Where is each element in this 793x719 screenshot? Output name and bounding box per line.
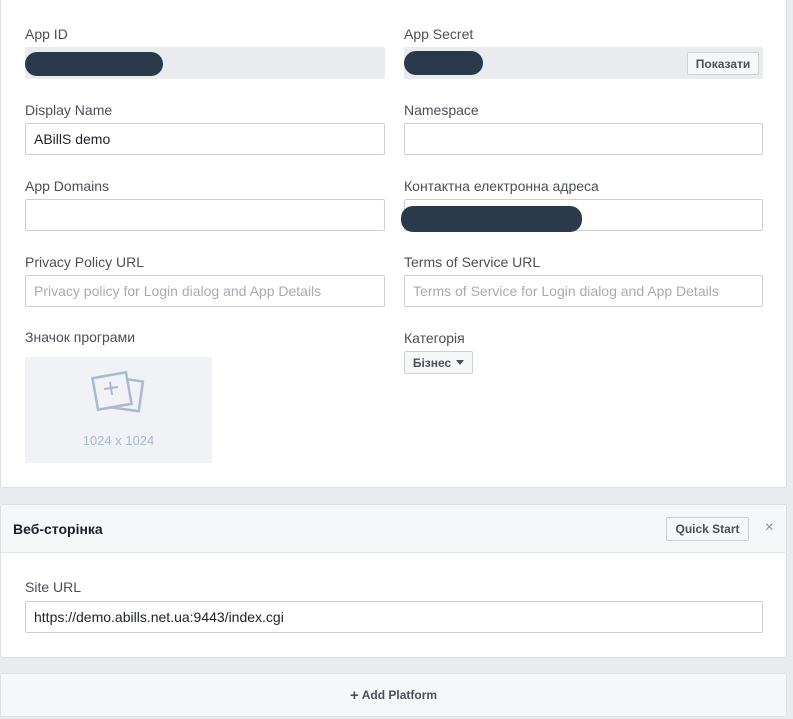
display-name-input[interactable] bbox=[25, 123, 385, 155]
terms-of-service-label: Terms of Service URL bbox=[404, 254, 541, 270]
contact-email-label: Контактна електронна адреса bbox=[404, 178, 599, 194]
app-id-redaction bbox=[25, 52, 163, 76]
terms-of-service-input[interactable] bbox=[404, 275, 763, 307]
privacy-policy-label: Privacy Policy URL bbox=[25, 254, 145, 270]
namespace-input[interactable] bbox=[404, 123, 763, 155]
app-secret-label: App Secret bbox=[404, 26, 474, 42]
category-dropdown[interactable]: Бізнес bbox=[404, 351, 473, 374]
add-platform-button[interactable]: + Add Platform bbox=[1, 674, 786, 716]
privacy-policy-input[interactable] bbox=[25, 275, 385, 307]
site-url-label: Site URL bbox=[25, 579, 82, 595]
contact-email-redaction bbox=[401, 206, 582, 232]
category-value: Бізнес bbox=[412, 355, 452, 370]
plus-icon: + bbox=[349, 686, 359, 704]
app-icon-label: Значок програми bbox=[25, 329, 136, 345]
quick-start-button[interactable]: Quick Start bbox=[666, 517, 749, 541]
display-name-label: Display Name bbox=[25, 102, 113, 118]
chevron-down-icon bbox=[456, 360, 465, 365]
app-domains-input[interactable] bbox=[25, 199, 385, 231]
app-icon-size: 1024 x 1024 bbox=[82, 433, 155, 448]
add-platform-card: + Add Platform bbox=[0, 673, 787, 717]
add-platform-label: Add Platform bbox=[361, 688, 438, 702]
app-secret-redaction bbox=[404, 51, 483, 75]
website-platform-card: Веб-сторінка Quick Start × Site URL bbox=[0, 504, 787, 658]
website-title: Веб-сторінка bbox=[13, 521, 103, 537]
category-label: Категорія bbox=[404, 330, 465, 346]
website-header: Веб-сторінка Quick Start × bbox=[1, 505, 786, 553]
close-icon[interactable]: × bbox=[765, 519, 774, 537]
namespace-label: Namespace bbox=[404, 102, 479, 118]
image-upload-icon bbox=[91, 371, 145, 413]
app-icon-upload[interactable]: 1024 x 1024 bbox=[25, 357, 212, 463]
app-id-label: App ID bbox=[25, 26, 68, 42]
app-domains-label: App Domains bbox=[25, 178, 110, 194]
site-url-input[interactable] bbox=[25, 601, 763, 633]
show-secret-button[interactable]: Показати bbox=[687, 52, 759, 75]
basic-settings-card: App ID App Secret Показати Display Name … bbox=[0, 0, 787, 488]
